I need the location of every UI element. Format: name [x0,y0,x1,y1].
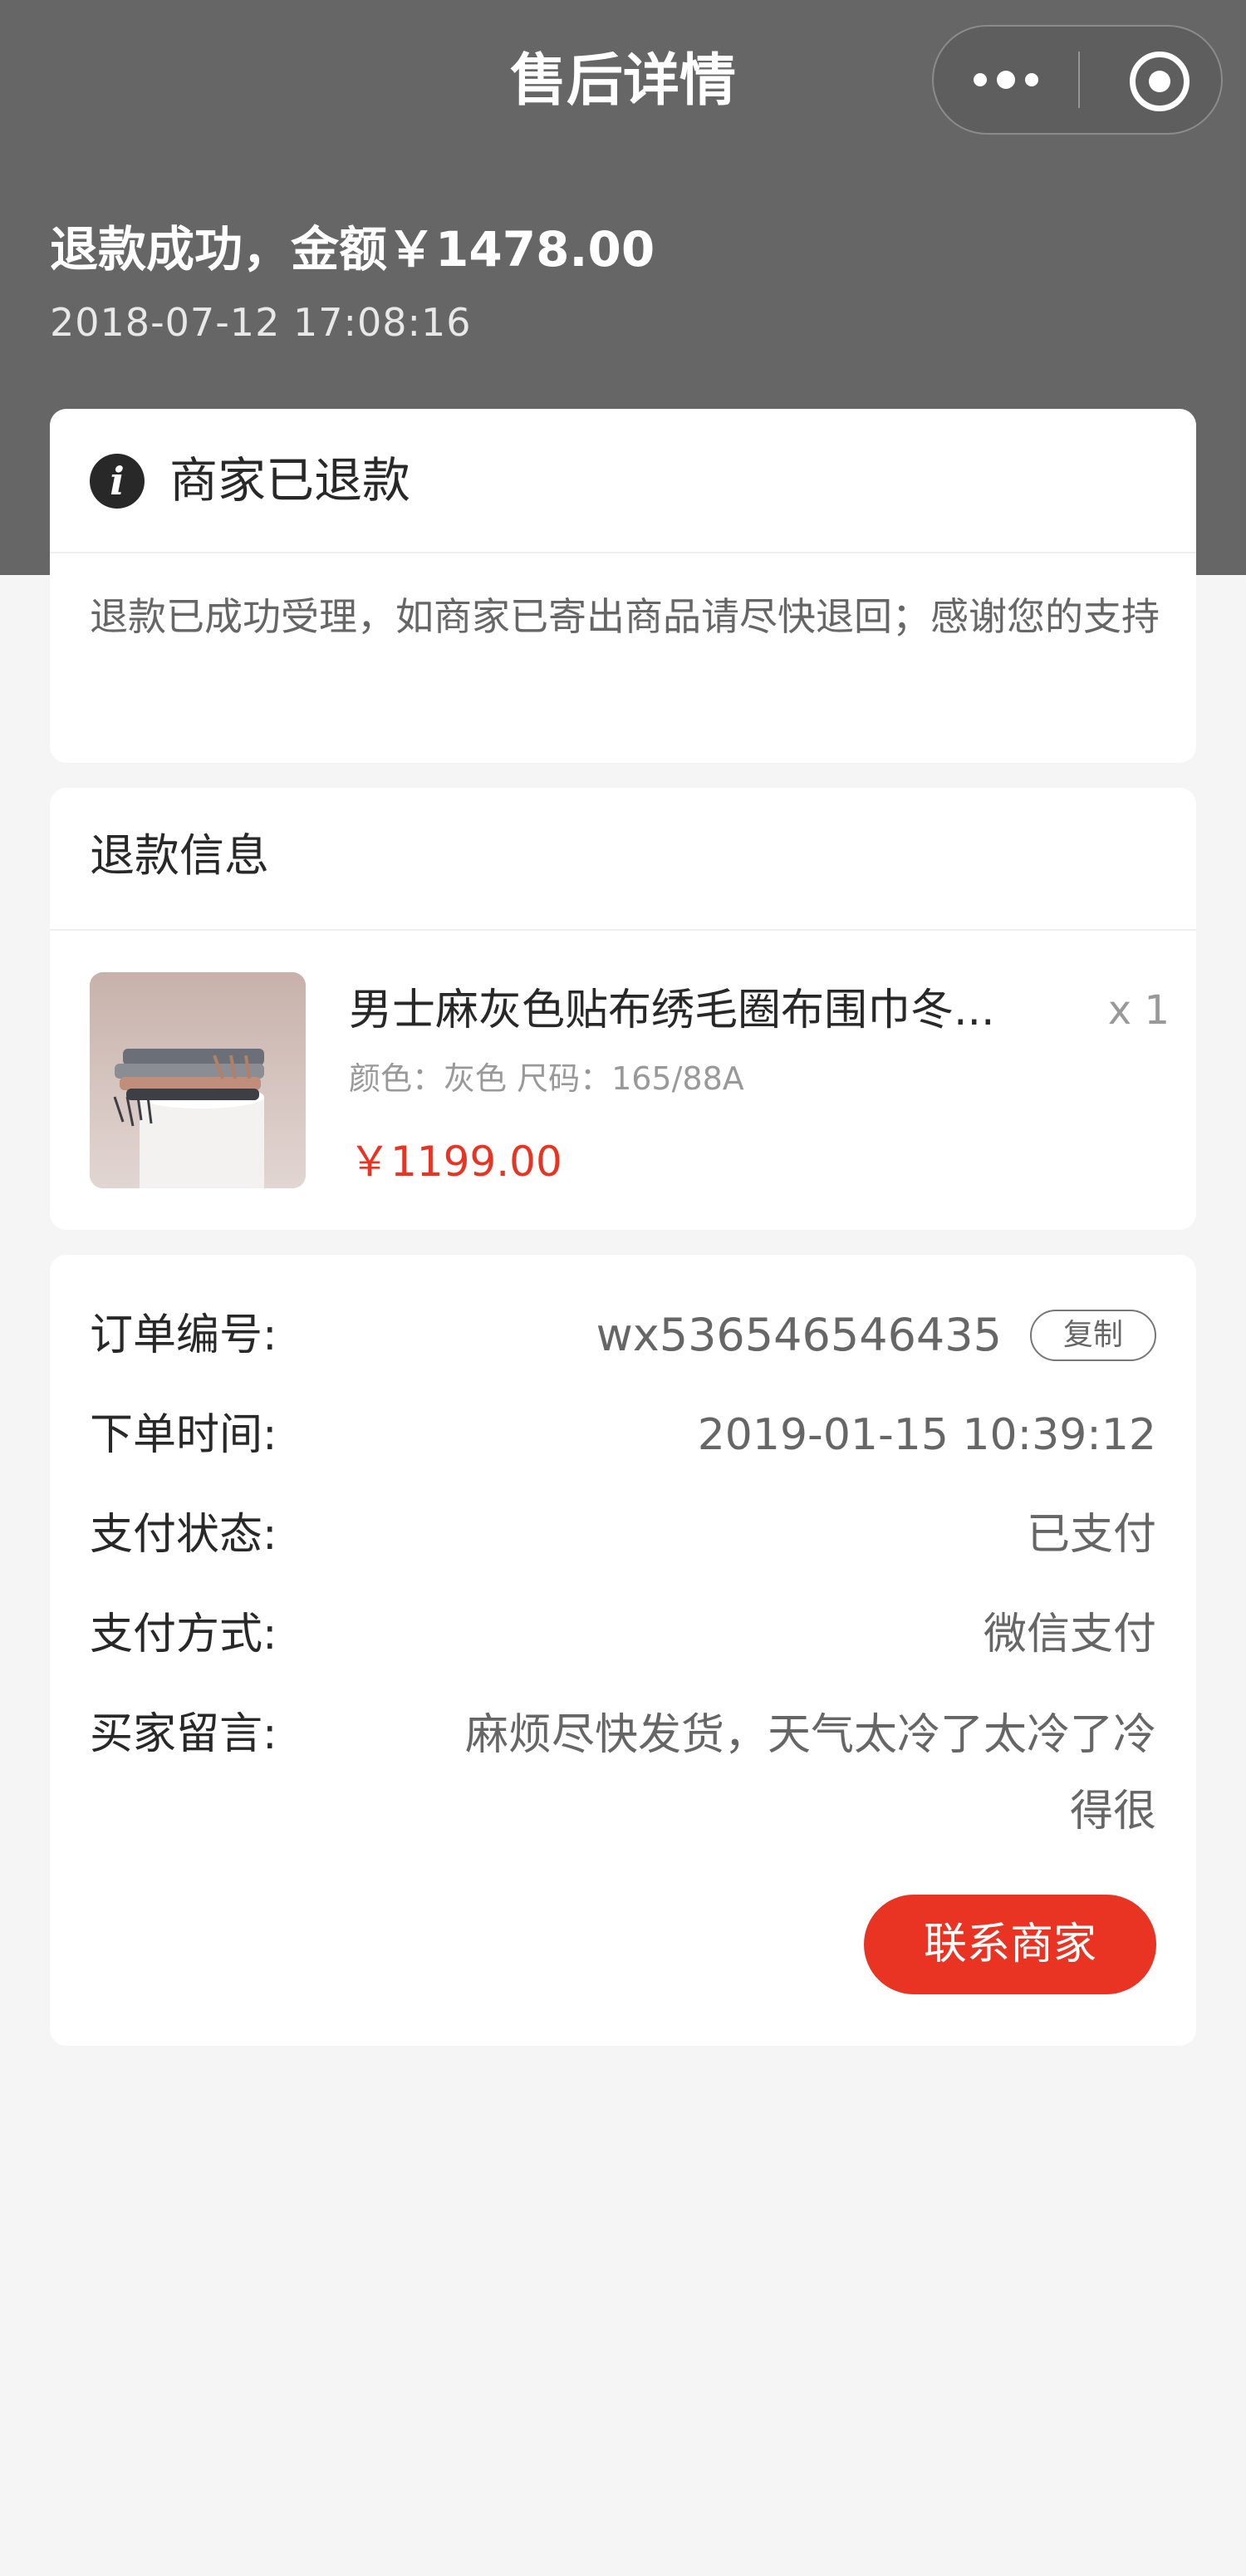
product-quantity: x 1 [1107,987,1170,1034]
contact-merchant-button[interactable]: 联系商家 [864,1895,1156,1994]
target-icon[interactable] [1130,52,1190,111]
refund-info-card: 退款信息 男士麻灰色贴布绣毛圈布围巾冬... x 1 颜色：灰色 尺码：165/… [50,788,1196,1230]
order-number-value: wx536546546435 [596,1309,1002,1361]
refund-status-card: i 商家已退款 退款已成功受理，如商家已寄出商品请尽快退回；感谢您的支持 [50,409,1196,763]
pay-method-row: 支付方式: 微信支付 [90,1597,1156,1672]
capsule-divider [1078,52,1080,108]
status-row: i 商家已退款 [50,409,1196,553]
more-dots-icon[interactable] [934,27,1078,133]
buyer-message-label: 买家留言: [90,1709,277,1759]
buyer-message-value: 麻烦尽快发货，天气太冷了太冷了冷得很 [464,1710,1156,1836]
product-price: ￥1199.00 [349,1138,562,1186]
order-time-row: 下单时间: 2019-01-15 10:39:12 [90,1398,1156,1472]
product-name[interactable]: 男士麻灰色贴布绣毛圈布围巾冬... [349,979,1096,1042]
refund-time: 2018-07-12 17:08:16 [50,300,472,345]
section-title: 退款信息 [90,829,269,882]
order-number-row: 订单编号: wx536546546435 复制 [90,1298,1156,1373]
order-time-value: 2019-01-15 10:39:12 [697,1410,1156,1460]
status-description: 退款已成功受理，如商家已寄出商品请尽快退回；感谢您的支持 [90,594,1160,639]
order-time-label: 下单时间: [90,1410,277,1460]
product-image[interactable] [90,972,306,1188]
copy-button[interactable]: 复制 [1030,1310,1156,1361]
mini-program-capsule [932,25,1223,135]
pay-method-value: 微信支付 [983,1610,1156,1659]
pay-status-value: 已支付 [1026,1510,1156,1560]
order-info-card: 订单编号: wx536546546435 复制 下单时间: 2019-01-15… [50,1255,1196,2046]
pay-status-label: 支付状态: [90,1510,277,1560]
order-number-label: 订单编号: [90,1310,277,1360]
refund-amount-title: 退款成功，金额￥1478.00 [50,221,655,278]
product-attributes: 颜色：灰色 尺码：165/88A [349,1060,744,1097]
status-text: 商家已退款 [169,452,411,509]
divider [50,929,1196,931]
pay-method-label: 支付方式: [90,1610,277,1659]
pay-status-row: 支付状态: 已支付 [90,1497,1156,1572]
buyer-message-row: 买家留言: 麻烦尽快发货，天气太冷了太冷了冷得很 [90,1697,1156,1855]
info-icon: i [90,454,145,509]
